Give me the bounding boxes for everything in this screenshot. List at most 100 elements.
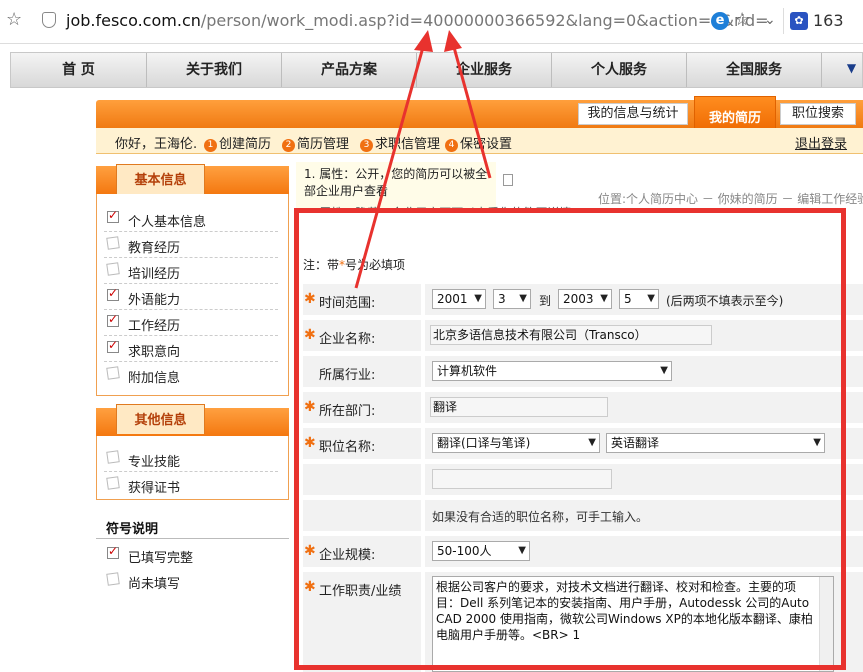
breadcrumb: 位置:个人简历中心 － 你妹的简历 － 编辑工作经验 bbox=[598, 192, 863, 206]
nav-enterprise[interactable]: 企业服务 bbox=[417, 53, 552, 87]
sidebar-item-label: 求职意向 bbox=[128, 345, 181, 360]
url-field[interactable]: job.fesco.com.cn/person/work_modi.asp?id… bbox=[66, 11, 769, 30]
unfilled-check-icon bbox=[106, 572, 120, 586]
filled-check-icon bbox=[107, 338, 119, 353]
extension-count: 163 bbox=[813, 11, 844, 30]
industry-value: 计算机软件 bbox=[437, 364, 498, 378]
department-cell: 翻译 bbox=[425, 392, 863, 423]
chevron-down-icon: ▼ bbox=[519, 293, 527, 304]
required-star-icon: ✱ bbox=[304, 435, 316, 451]
duties-textarea[interactable]: 根据公司客户的要求，对技术文档进行翻译、校对和检查。主要的项目：Dell 系列笔… bbox=[432, 576, 834, 672]
legend-done: 已填写完整 bbox=[104, 542, 278, 568]
sidebar-item-language[interactable]: 外语能力 bbox=[104, 284, 278, 310]
company-label: ✱ 企业名称: bbox=[303, 320, 421, 351]
required-note: 注：带*号为必填项 bbox=[303, 256, 405, 273]
url-path: /person/work_modi.asp?id=40000000366592&… bbox=[200, 11, 769, 30]
step-cover-letter[interactable]: 3 求职信管理 bbox=[360, 133, 440, 152]
logout-link[interactable]: 退出登录 bbox=[795, 133, 847, 152]
sidebar-item-education[interactable]: 教育经历 bbox=[104, 232, 278, 258]
baidu-paw-icon[interactable]: ✿ bbox=[790, 12, 808, 30]
sidebar-item-additional[interactable]: 附加信息 bbox=[104, 362, 278, 388]
security-shield-icon[interactable] bbox=[42, 12, 56, 28]
chevron-down-icon: ▼ bbox=[518, 545, 526, 556]
position-hint: 如果没有合适的职位名称，可手工输入。 bbox=[432, 510, 649, 524]
end-year-select[interactable]: 2003 ▼ bbox=[558, 289, 612, 309]
filled-check-icon bbox=[107, 312, 119, 327]
position-label-text: 职位名称: bbox=[319, 440, 376, 455]
tab-my-info[interactable]: 我的信息与统计 bbox=[578, 103, 688, 125]
unfilled-check-icon bbox=[106, 450, 120, 464]
nav-home[interactable]: 首 页 bbox=[11, 53, 147, 87]
nav-about[interactable]: 关于我们 bbox=[147, 53, 282, 87]
favorite-star-icon[interactable]: ☆ bbox=[734, 9, 750, 30]
sidebar-item-training[interactable]: 培训经历 bbox=[104, 258, 278, 284]
position-title-select[interactable]: 英语翻译 ▼ bbox=[606, 433, 825, 453]
department-label: ✱ 所在部门: bbox=[303, 392, 421, 423]
position-hint-cell: 如果没有合适的职位名称，可手工输入。 bbox=[425, 500, 863, 531]
legend-label: 尚未填写 bbox=[128, 577, 181, 592]
position-category-value: 翻译(口译与笔译) bbox=[437, 436, 531, 450]
greeting: 你好，王海伦. bbox=[115, 137, 198, 152]
sidebar-item-work[interactable]: 工作经历 bbox=[104, 310, 278, 336]
tab-my-resume[interactable]: 我的简历 bbox=[694, 96, 776, 128]
chevron-down-icon: ▼ bbox=[647, 293, 655, 304]
nav-personal[interactable]: 个人服务 bbox=[552, 53, 687, 87]
required-star-icon: ✱ bbox=[304, 291, 316, 307]
position-manual-input[interactable] bbox=[432, 469, 612, 489]
legend-label: 已填写完整 bbox=[128, 551, 194, 566]
other-info-title: 其他信息 bbox=[116, 404, 205, 434]
copy-icon[interactable] bbox=[503, 174, 513, 186]
time-range-cell: 2001 ▼ 3 ▼ 到 2003 ▼ 5 ▼ (后两项不填表示至今) bbox=[425, 284, 863, 315]
step-label: 求职信管理 bbox=[375, 137, 441, 152]
end-year-value: 2003 bbox=[563, 292, 594, 306]
legend-divider bbox=[96, 538, 289, 539]
sidebar-item-skills[interactable]: 专业技能 bbox=[104, 446, 278, 472]
position-title-value: 英语翻译 bbox=[611, 436, 660, 450]
duties-label: ✱ 工作职责/业绩 bbox=[303, 572, 421, 672]
step-manage-resume[interactable]: 2 简历管理 bbox=[282, 133, 349, 152]
privacy-notice: 1. 属性：公开，您的简历可以被全 部企业用户查看 bbox=[296, 162, 496, 208]
textarea-scrollbar[interactable] bbox=[819, 577, 833, 671]
ie-mode-icon[interactable]: e bbox=[711, 12, 729, 30]
sidebar-item-certificates[interactable]: 获得证书 bbox=[104, 472, 278, 498]
notice-line-1: 1. 属性：公开，您的简历可以被全 bbox=[304, 167, 488, 181]
department-input[interactable]: 翻译 bbox=[430, 397, 608, 417]
sidebar-item-label: 培训经历 bbox=[128, 267, 181, 282]
sidebar-item-label: 教育经历 bbox=[128, 241, 181, 256]
position-cell: 翻译(口译与笔译) ▼ 英语翻译 ▼ bbox=[425, 428, 863, 459]
step-create-resume[interactable]: 1 创建简历 bbox=[204, 133, 271, 152]
required-note-suffix: 号为必填项 bbox=[345, 258, 406, 272]
chevron-down-icon: ▼ bbox=[600, 293, 608, 304]
bookmark-star-icon[interactable]: ☆ bbox=[6, 9, 22, 30]
step-number-1: 1 bbox=[204, 139, 217, 152]
company-size-label-text: 企业规模: bbox=[319, 548, 376, 563]
filled-check-icon bbox=[107, 286, 119, 301]
position-category-select[interactable]: 翻译(口译与笔译) ▼ bbox=[432, 433, 600, 453]
start-year-value: 2001 bbox=[437, 292, 468, 306]
required-star-icon: ✱ bbox=[304, 327, 316, 343]
industry-select[interactable]: 计算机软件 ▼ bbox=[432, 361, 672, 381]
sidebar-item-personal-info[interactable]: 个人基本信息 bbox=[104, 206, 278, 232]
company-size-select[interactable]: 50-100人 ▼ bbox=[432, 541, 530, 561]
legend-title: 符号说明 bbox=[106, 522, 159, 537]
nav-national[interactable]: 全国服务 bbox=[687, 53, 822, 87]
required-note-text: 注：带 bbox=[303, 258, 340, 272]
unfilled-check-icon bbox=[106, 476, 120, 490]
unfilled-check-icon bbox=[106, 366, 120, 380]
start-month-select[interactable]: 3 ▼ bbox=[493, 289, 531, 309]
chevron-down-icon[interactable]: ⌄ bbox=[764, 12, 776, 28]
unfilled-check-icon bbox=[106, 262, 120, 276]
start-year-select[interactable]: 2001 ▼ bbox=[432, 289, 486, 309]
company-input[interactable]: 北京多语信息技术有限公司（Transco） bbox=[430, 325, 712, 345]
time-range-label: ✱ 时间范围: bbox=[303, 284, 421, 315]
tab-job-search[interactable]: 职位搜索 bbox=[780, 103, 856, 125]
step-privacy[interactable]: 4 保密设置 bbox=[445, 133, 512, 152]
company-size-cell: 50-100人 ▼ bbox=[425, 536, 863, 567]
nav-products[interactable]: 产品方案 bbox=[282, 53, 417, 87]
sidebar-item-label: 外语能力 bbox=[128, 293, 181, 308]
required-star-icon: ✱ bbox=[304, 543, 316, 559]
nav-dropdown-icon[interactable]: ▼ bbox=[839, 61, 863, 81]
chevron-down-icon: ▼ bbox=[588, 437, 596, 448]
end-month-select[interactable]: 5 ▼ bbox=[619, 289, 659, 309]
sidebar-item-intention[interactable]: 求职意向 bbox=[104, 336, 278, 362]
